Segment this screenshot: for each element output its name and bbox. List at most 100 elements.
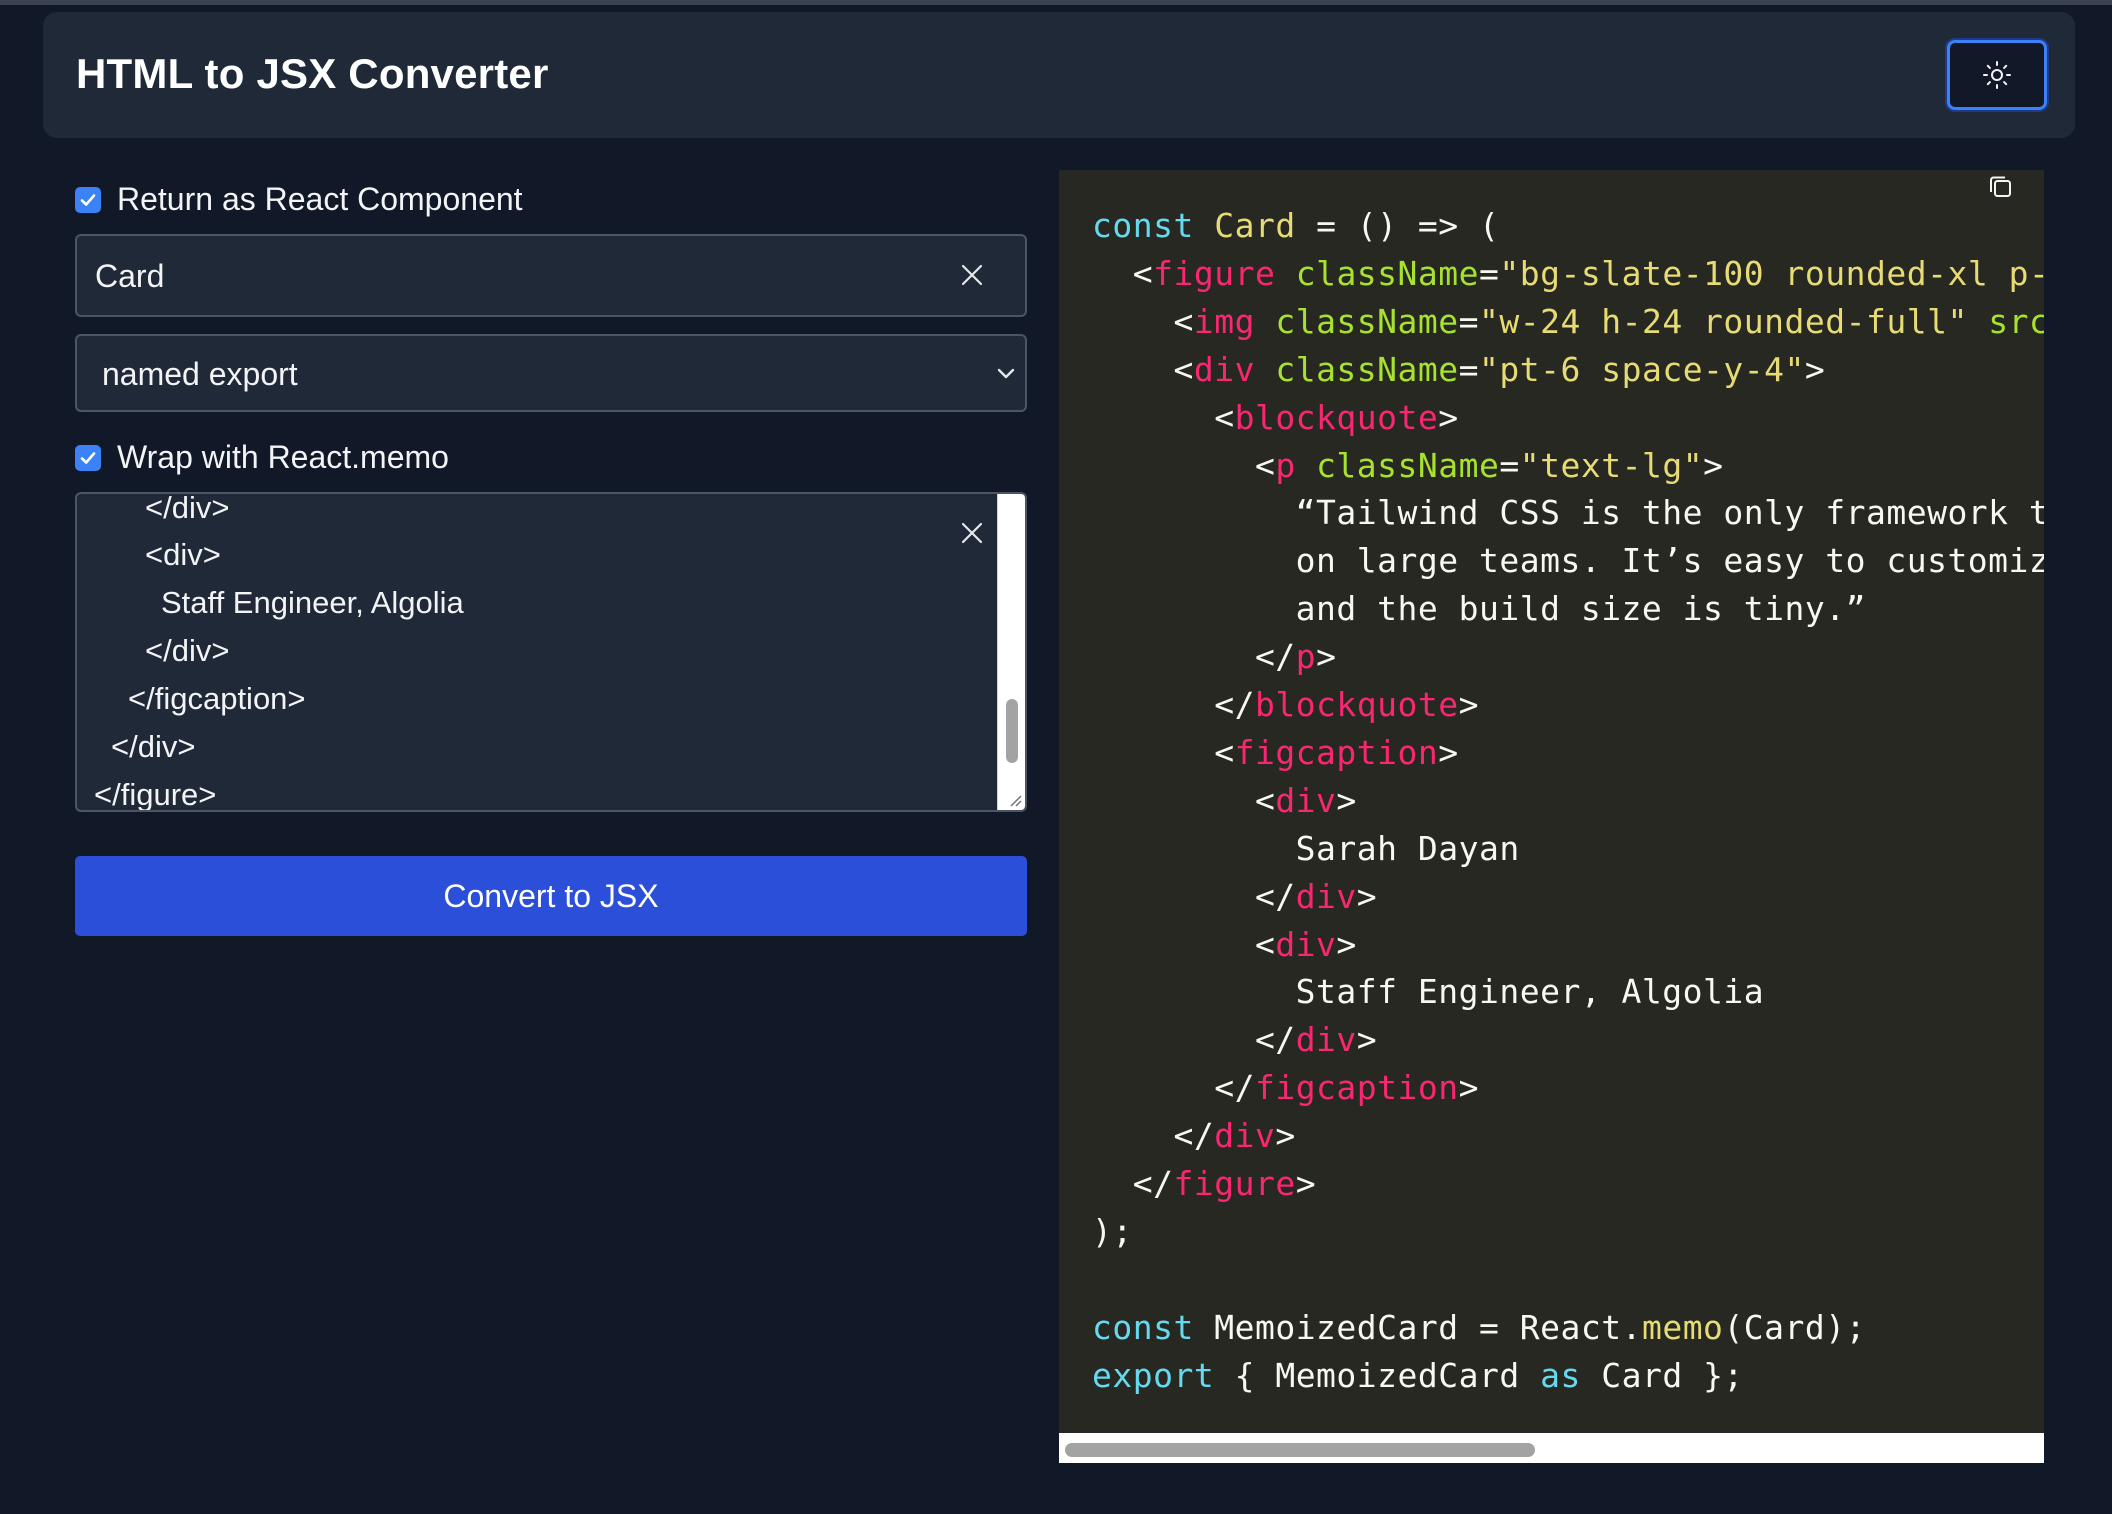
code-token: = (1458, 301, 1480, 341)
code-line: <img className="w-24 h-24 rounded-full" … (1092, 302, 2044, 341)
jsx-output-panel: const Card = () => ( <figure className="… (1059, 170, 2044, 1463)
html-input-textarea[interactable]: </div> <div> Staff Engineer, Algolia </d… (75, 492, 1027, 812)
code-token: className (1295, 253, 1480, 293)
close-icon[interactable] (957, 260, 987, 290)
react-component-label: Return as React Component (117, 181, 523, 217)
code-line: <div> (1092, 781, 1357, 820)
code-line: <p className="text-lg"> (1092, 446, 1723, 485)
code-token: div (1214, 1116, 1276, 1156)
code-token: on large teams. It’s easy to customize, (1092, 541, 2044, 581)
code-token: "bg-slate-100 rounded-xl p-8 d (1499, 253, 2044, 293)
scrollbar-thumb[interactable] (1065, 1443, 1535, 1457)
memo-checkbox[interactable] (75, 444, 101, 471)
code-token: div (1193, 349, 1255, 389)
code-token: </ (1092, 1164, 1174, 1203)
code-token: figure (1153, 253, 1276, 293)
code-token: < (1092, 924, 1276, 964)
code-token: blockquote (1234, 397, 1439, 437)
code-line: <figcaption> (1092, 733, 1459, 772)
code-token: figure (1173, 1164, 1296, 1203)
code-token: img (1193, 301, 1255, 341)
code-token: < (1092, 397, 1235, 437)
code-token: < (1092, 732, 1235, 772)
window-top-edge (0, 0, 2112, 5)
component-name-input[interactable]: Card (75, 234, 1027, 317)
code-line: <blockquote> (1092, 398, 1459, 437)
code-line: </div> (1092, 877, 1377, 916)
code-token: = (1458, 349, 1480, 389)
code-token: > (1295, 1164, 1317, 1203)
code-token: Card (1214, 206, 1296, 245)
code-token: div (1295, 1020, 1357, 1060)
code-line: ); (1092, 1212, 1133, 1251)
code-token: "text-lg" (1519, 445, 1704, 485)
app-header: HTML to JSX Converter (43, 12, 2075, 138)
chevron-down-icon (997, 368, 1015, 379)
textarea-line: <div> (145, 537, 221, 572)
code-line: and the build size is tiny.” (1092, 589, 1866, 628)
close-icon[interactable] (957, 518, 987, 548)
page-title: HTML to JSX Converter (76, 50, 549, 97)
code-token: (Card); (1723, 1307, 1867, 1347)
memo-label: Wrap with React.memo (117, 439, 449, 475)
checkmark-icon (80, 193, 96, 206)
code-line: <figure className="bg-slate-100 rounded-… (1092, 254, 2044, 293)
code-line: const Card = () => ( (1092, 206, 1499, 245)
code-token: </ (1092, 685, 1255, 724)
code-token: "pt-6 space-y-4" (1479, 349, 1805, 389)
code-token: > (1438, 397, 1459, 437)
component-name-value: Card (95, 258, 165, 294)
code-horizontal-scrollbar[interactable] (1059, 1433, 2044, 1463)
code-token: className (1316, 445, 1500, 485)
code-line: </div> (1092, 1116, 1296, 1155)
code-token: “Tailwind CSS is the only framework that (1092, 493, 2044, 533)
theme-toggle-button[interactable] (1947, 40, 2047, 110)
textarea-line: </figcaption> (128, 681, 306, 716)
resize-handle-icon[interactable] (1007, 792, 1023, 808)
textarea-line: </div> (145, 492, 230, 525)
code-token: div (1275, 780, 1337, 820)
code-token: const (1092, 1307, 1215, 1347)
code-token: > (1438, 732, 1459, 772)
code-token: div (1275, 924, 1337, 964)
code-line: export { MemoizedCard as Card }; (1092, 1356, 1744, 1395)
export-type-select[interactable]: named export (75, 334, 1027, 412)
code-token: className (1275, 349, 1459, 389)
code-token: as (1540, 1355, 1581, 1395)
scrollbar-thumb[interactable] (1006, 699, 1018, 763)
code-token: and the build size is tiny.” (1092, 589, 1866, 629)
copy-icon[interactable] (1984, 170, 2018, 204)
checkmark-icon (80, 451, 96, 464)
code-token: className (1275, 301, 1459, 341)
react-component-checkbox[interactable] (75, 186, 101, 213)
code-token: < (1092, 445, 1276, 485)
code-line: </div> (1092, 1020, 1377, 1059)
code-token: > (1458, 1068, 1480, 1108)
code-token: { MemoizedCard (1214, 1355, 1541, 1395)
code-token: </ (1092, 1068, 1255, 1108)
sun-icon (1983, 61, 2011, 89)
textarea-line: </div> (145, 633, 230, 668)
code-token: > (1356, 1020, 1378, 1060)
convert-button[interactable]: Convert to JSX (75, 856, 1027, 936)
code-token: p (1295, 637, 1317, 677)
code-token: export (1092, 1355, 1215, 1395)
textarea-line: </figure> (94, 777, 217, 812)
code-token: < (1092, 253, 1154, 293)
code-token: > (1275, 1116, 1296, 1156)
code-token: > (1703, 445, 1724, 485)
code-token: > (1804, 349, 1826, 389)
code-token: MemoizedCard = React. (1214, 1307, 1642, 1347)
code-line: const MemoizedCard = React.memo(Card); (1092, 1308, 1866, 1347)
code-token: blockquote (1254, 685, 1459, 724)
code-token: > (1356, 876, 1378, 916)
code-token: memo (1641, 1307, 1724, 1347)
code-token: > (1458, 685, 1480, 724)
code-token: const (1092, 206, 1215, 245)
textarea-scrollbar[interactable] (997, 494, 1025, 810)
code-token: ); (1092, 1211, 1133, 1251)
code-token: src (1988, 301, 2044, 341)
